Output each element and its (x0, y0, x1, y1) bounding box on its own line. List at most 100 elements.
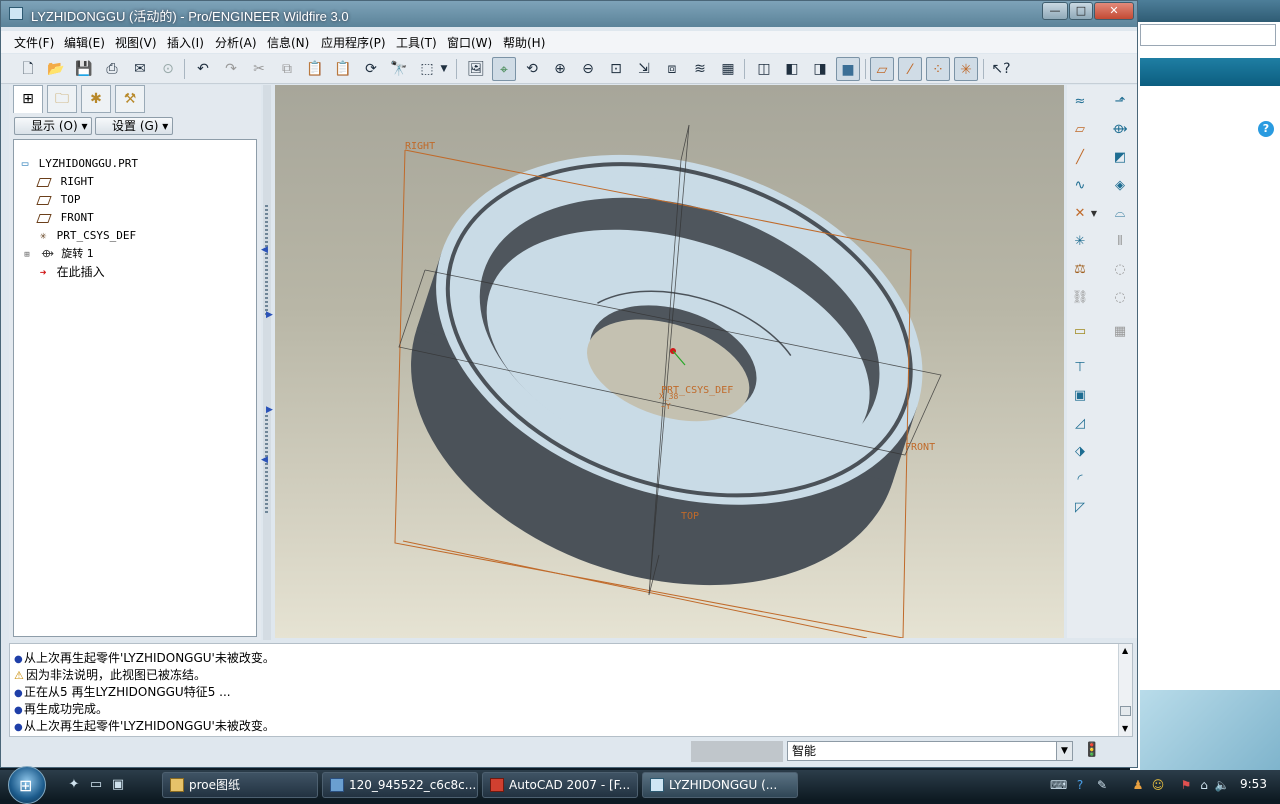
hole-icon[interactable]: ⊤ (1069, 357, 1091, 379)
tab-favorites[interactable]: ✱ (81, 85, 111, 113)
chamfer-icon[interactable]: ◸ (1069, 497, 1091, 519)
chevron-down-icon[interactable]: ▼ (437, 57, 451, 81)
spin-center-icon[interactable]: ⌖ (492, 57, 516, 81)
zoom-out-icon[interactable]: ⊖ (576, 57, 600, 81)
revolve-tool-icon[interactable]: ⟴ (1109, 119, 1131, 141)
draft-icon[interactable]: ⬗ (1069, 441, 1091, 463)
new-file-icon[interactable]: 🗋 (16, 57, 40, 81)
tree-item-front[interactable]: FRONT (36, 210, 94, 226)
show-desktop-icon[interactable]: ▭ (88, 777, 104, 793)
merge-icon[interactable]: ◌ (1109, 259, 1131, 281)
menu-file[interactable]: 文件(F) (14, 34, 54, 51)
task-button[interactable]: 120_945522_c6c8c... (322, 772, 478, 798)
user-icon[interactable]: ♟ (1130, 777, 1146, 793)
regenerate-icon[interactable]: ⟳ (359, 57, 383, 81)
saved-views-icon[interactable]: ⧈ (660, 57, 684, 81)
menu-info[interactable]: 信息(N) (267, 34, 309, 51)
start-button[interactable]: ⊞ (8, 766, 46, 804)
blend-icon[interactable]: ◈ (1109, 175, 1131, 197)
cut-icon[interactable]: ✂ (247, 57, 271, 81)
send-link-icon[interactable]: ⊙ (156, 57, 180, 81)
datum-axis-display-icon[interactable]: ⁄ (898, 57, 922, 81)
chevron-right-icon[interactable]: ▶ (266, 310, 273, 320)
analysis-icon[interactable]: ⚖ (1069, 259, 1091, 281)
pattern-icon[interactable]: ▦ (1109, 321, 1131, 343)
zoom-in-icon[interactable]: ⊕ (548, 57, 572, 81)
task-button-active[interactable]: LYZHIDONGGU (... (642, 772, 798, 798)
shading-icon[interactable]: ■ (836, 57, 860, 81)
graphics-window[interactable]: RIGHT FRONT TOP PRT_CSYS_DEF X_38 ~Y (275, 85, 1064, 638)
datum-plane-display-icon[interactable]: ▱ (870, 57, 894, 81)
tree-item-right[interactable]: RIGHT (36, 174, 94, 190)
rib-icon[interactable]: ◿ (1069, 413, 1091, 435)
paste-special-icon[interactable]: 📋 (331, 57, 355, 81)
keyboard-icon[interactable]: ⌨ (1050, 777, 1067, 793)
datum-display-icon[interactable]: ≈ (1069, 91, 1091, 113)
tree-item-part[interactable]: ▭ LYZHIDONGGU.PRT (18, 156, 138, 172)
tab-model-tree[interactable]: ⊞ (13, 85, 43, 113)
chevron-right-icon[interactable]: ▶ (266, 405, 273, 415)
redo-icon[interactable]: ↷ (219, 57, 243, 81)
tree-item-top[interactable]: TOP (36, 192, 81, 208)
selection-filter-select[interactable]: 智能 ▼ (787, 741, 1073, 761)
context-help-icon[interactable]: ↖? (989, 57, 1013, 81)
scroll-down-icon[interactable]: ▼ (1122, 724, 1128, 733)
background-search-field[interactable] (1140, 24, 1276, 46)
pen-icon[interactable]: ✎ (1094, 777, 1110, 793)
datum-point-display-icon[interactable]: ⁘ (926, 57, 950, 81)
shell-icon[interactable]: ⌓ (1109, 203, 1131, 225)
menu-tools[interactable]: 工具(T) (396, 34, 437, 51)
chevron-left-icon[interactable]: ◀ (261, 455, 268, 465)
undo-icon[interactable]: ↶ (191, 57, 215, 81)
repaint-icon[interactable]: 🖼 (464, 57, 488, 81)
scroll-up-icon[interactable]: ▲ (1122, 646, 1128, 655)
panel-splitter[interactable]: ◀ ▶ ▶ ◀ (261, 85, 273, 640)
sketch-curve-icon[interactable]: ∿ (1069, 175, 1091, 197)
volume-icon[interactable]: 🔈 (1214, 777, 1230, 793)
display-dropdown[interactable]: 显示 (O) ▾ (14, 117, 92, 135)
wireframe-icon[interactable]: ◫ (752, 57, 776, 81)
sweep-icon[interactable]: ◩ (1109, 147, 1131, 169)
reorient-icon[interactable]: ⇲ (632, 57, 656, 81)
expand-icon[interactable]: ⊞ (20, 247, 34, 263)
tab-connections[interactable]: ⚒ (115, 85, 145, 113)
send-mail-icon[interactable]: ✉ (128, 57, 152, 81)
refit-icon[interactable]: ⊡ (604, 57, 628, 81)
selection-box-icon[interactable]: ⬚ (415, 57, 439, 81)
chevron-down-icon[interactable]: ▼ (1089, 203, 1099, 225)
maximize-button[interactable]: □ (1069, 2, 1093, 20)
tree-item-insert-here[interactable]: ➜ 在此插入 (36, 264, 105, 280)
close-button[interactable]: ✕ (1094, 2, 1134, 20)
trim-icon[interactable]: ◌ (1109, 287, 1131, 309)
task-button[interactable]: proe图纸 (162, 772, 318, 798)
quicklaunch-icon[interactable]: ✦ (66, 777, 82, 793)
datum-plane-tool-icon[interactable]: ▱ (1069, 119, 1091, 141)
tree-item-csys[interactable]: ✳ PRT_CSYS_DEF (36, 228, 136, 244)
attach-icon[interactable]: ⛓ (1069, 287, 1091, 309)
help-icon[interactable]: ? (1258, 121, 1274, 137)
extrude-icon[interactable]: ⬏ (1109, 91, 1131, 113)
mirror-icon[interactable]: ⫴ (1109, 231, 1131, 253)
datum-point-tool-icon[interactable]: ✕ (1069, 203, 1091, 225)
security-icon[interactable]: ⚑ (1178, 777, 1194, 793)
copy-icon[interactable]: ⧉ (275, 57, 299, 81)
sketch-tool-icon[interactable]: ▭ (1069, 321, 1091, 343)
menu-view[interactable]: 视图(V) (115, 34, 157, 51)
tab-folder-browser[interactable]: 🗀 (47, 85, 77, 113)
datum-axis-tool-icon[interactable]: ╱ (1069, 147, 1091, 169)
chevron-left-icon[interactable]: ◀ (261, 245, 268, 255)
menu-edit[interactable]: 编辑(E) (64, 34, 105, 51)
scroll-thumb[interactable] (1120, 706, 1131, 716)
help-icon[interactable]: ? (1072, 777, 1088, 793)
save-icon[interactable]: 💾 (72, 57, 96, 81)
message-scrollbar[interactable]: ▲ ▼ (1118, 644, 1132, 736)
hidden-line-icon[interactable]: ◧ (780, 57, 804, 81)
open-file-icon[interactable]: 📂 (44, 57, 68, 81)
network-icon[interactable]: ⌂ (1196, 777, 1212, 793)
switch-windows-icon[interactable]: ▣ (110, 777, 126, 793)
tree-item-revolve[interactable]: ⊞ ⟴ 旋转 1 (20, 246, 93, 263)
no-hidden-icon[interactable]: ◨ (808, 57, 832, 81)
shell-tool-icon[interactable]: ▣ (1069, 385, 1091, 407)
menu-help[interactable]: 帮助(H) (503, 34, 545, 51)
menu-analysis[interactable]: 分析(A) (215, 34, 257, 51)
